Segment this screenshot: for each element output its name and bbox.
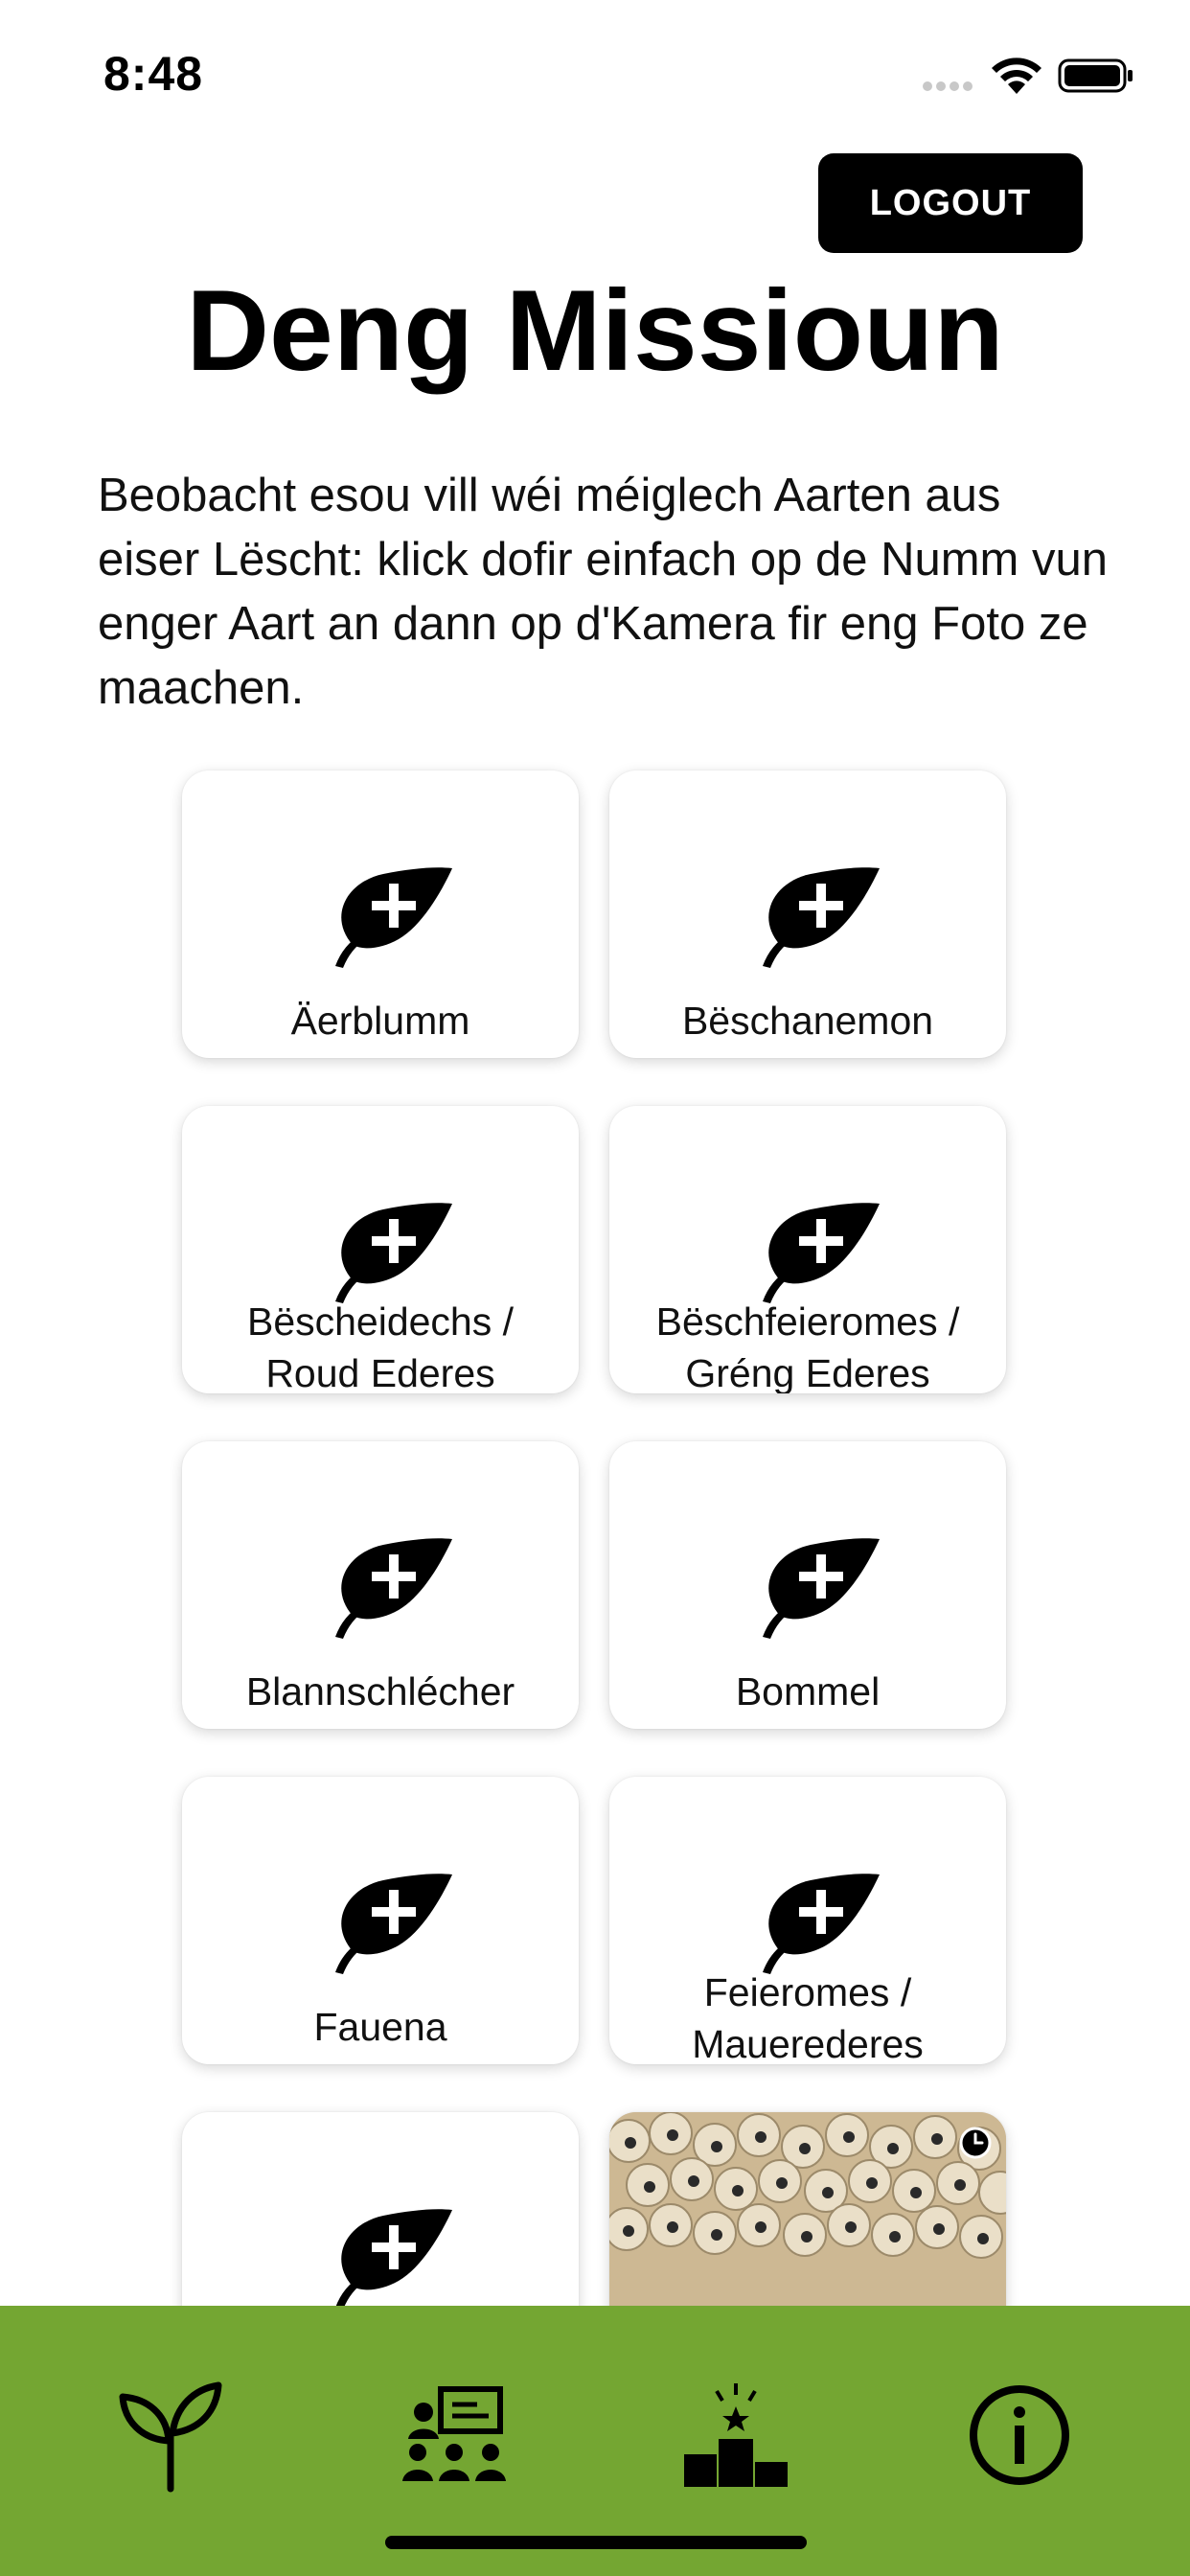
leaf-plus-icon: [335, 867, 452, 968]
leaf-plus-icon: [763, 1203, 880, 1303]
species-name: Bëscheidechs / Roud Ederes: [182, 1296, 579, 1393]
species-name-line: Mauerederes: [692, 2022, 924, 2064]
species-name: Bëschanemon: [681, 999, 934, 1043]
leaf-plus-icon: [335, 2209, 452, 2310]
species-card[interactable]: Feieromes / Mauerederes: [609, 1777, 1006, 2064]
nav-info-tab[interactable]: [952, 2373, 1087, 2497]
species-card[interactable]: Äerblumm: [182, 770, 579, 1058]
species-name: Bommel: [735, 1669, 881, 1714]
leaf-plus-icon: [335, 1874, 452, 1974]
species-name: Blannschlécher: [245, 1669, 515, 1714]
leaf-plus-icon: [763, 867, 880, 968]
species-card[interactable]: Blannschlécher: [182, 1441, 579, 1729]
species-name: Äerblumm: [290, 999, 470, 1043]
species-name-line: Gréng Ederes: [685, 1351, 930, 1393]
species-name-line: Roud Ederes: [265, 1351, 495, 1393]
species-card[interactable]: Bëschfeieromes / Gréng Ederes: [609, 1106, 1006, 1393]
leaf-plus-icon: [335, 1538, 452, 1639]
species-name-line: Feieromes /: [703, 1970, 912, 2014]
nav-classroom-tab[interactable]: [387, 2373, 521, 2497]
species-card[interactable]: Bëschanemon: [609, 770, 1006, 1058]
species-name: Bëschfeieromes / Gréng Ederes: [609, 1296, 1006, 1393]
nav-species-tab[interactable]: [103, 2373, 238, 2497]
species-card[interactable]: Bëscheidechs / Roud Ederes: [182, 1106, 579, 1393]
species-name: Fauena: [313, 2005, 447, 2049]
species-name-line: Bëscheidechs /: [246, 1300, 515, 1344]
leaf-plus-icon: [763, 1538, 880, 1639]
nav-ranking-tab[interactable]: [669, 2373, 803, 2497]
species-card[interactable]: Fauena: [182, 1777, 579, 2064]
plant-sprout-icon: [119, 2381, 222, 2493]
mission-screen: 8:48 LOGOUT Deng Missioun Beobacht esou …: [0, 0, 1190, 2576]
info-icon: [970, 2385, 1069, 2485]
leaf-plus-icon: [335, 1203, 452, 1303]
species-card[interactable]: Bommel: [609, 1441, 1006, 1729]
home-indicator[interactable]: [385, 2536, 807, 2549]
species-grid: Äerblumm Bëschanemon Bëscheidechs / Roud…: [0, 0, 1190, 2400]
clock-icon: [959, 2127, 992, 2159]
species-name: Feieromes / Mauerederes: [609, 1966, 1006, 2064]
species-name-line: Bëschfeieromes /: [655, 1300, 960, 1344]
leaf-plus-icon: [763, 1874, 880, 1974]
ranking-podium-icon: [684, 2383, 788, 2487]
classroom-icon: [402, 2386, 506, 2481]
